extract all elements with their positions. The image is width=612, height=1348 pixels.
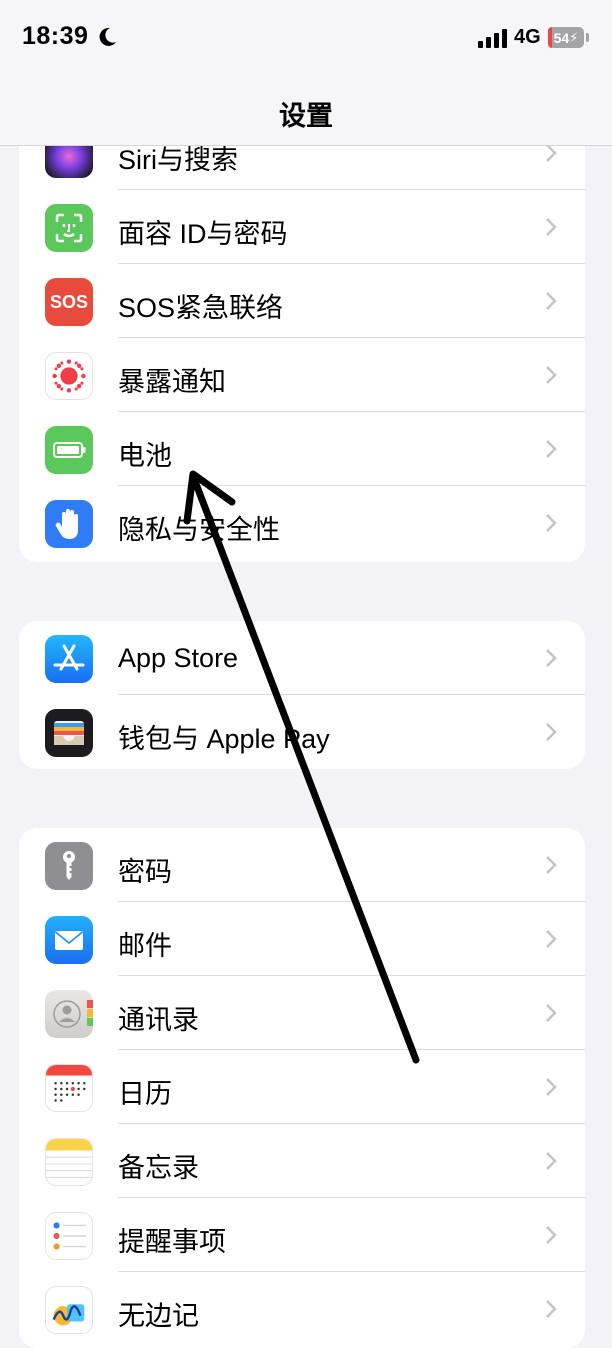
annotation-arrow [183, 470, 420, 1064]
